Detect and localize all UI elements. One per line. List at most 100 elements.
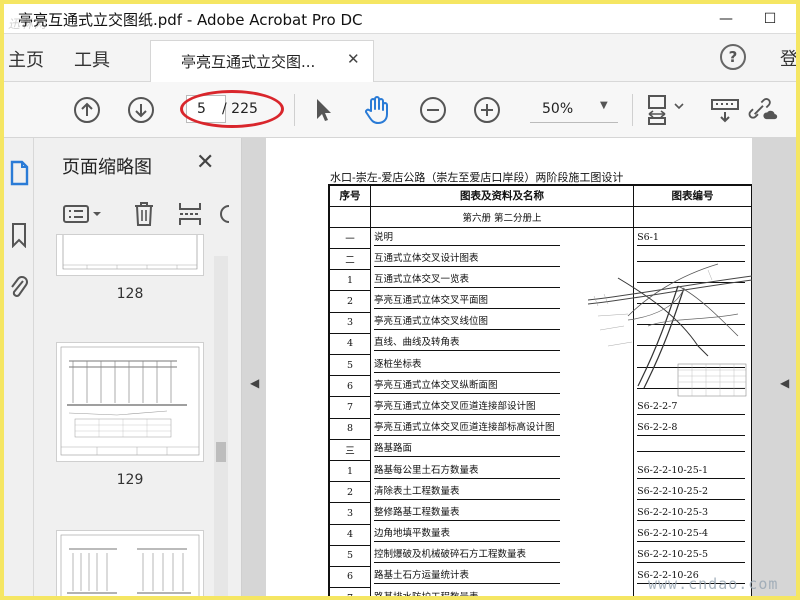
delete-page-icon[interactable] — [130, 200, 158, 228]
row-name: 清除表土工程数量表 — [373, 485, 560, 500]
volume-label: 第六册 第二分册上 — [370, 206, 635, 228]
header-code: 图表编号 — [633, 183, 752, 207]
close-panel-icon[interactable]: ✕ — [196, 150, 214, 175]
row-name: 亭亮互通式立体交叉匝道连接部标高设计图 — [373, 421, 560, 437]
row-seq: 1 — [327, 460, 371, 483]
row-name: 控制爆破及机械破碎石方工程数量表 — [373, 548, 560, 564]
zoom-in-icon[interactable] — [472, 95, 502, 125]
row-seq: 3 — [327, 312, 371, 334]
site-watermark: www.cndao.com — [648, 575, 779, 593]
maximize-button[interactable]: ☐ — [748, 4, 792, 33]
row-name: 逐桩坐标表 — [373, 358, 560, 373]
toolbar-divider — [294, 94, 295, 126]
row-seq: 4 — [327, 333, 371, 356]
pdf-page: 水口-崇左-爱店公路（崇左至爱店口岸段）两阶段施工图设计 序号 图表及资料及名称… — [266, 138, 752, 596]
red-annotation-ellipse — [180, 90, 284, 128]
table-row: 5 控制爆破及机械破碎石方工程数量表 S6-2-2-10-25-5 — [327, 545, 752, 567]
row-seq: 2 — [327, 481, 371, 504]
row-seq: 7 — [327, 396, 371, 419]
insert-page-icon[interactable] — [176, 200, 204, 228]
row-code: S6-2-2-10-25-2 — [637, 485, 746, 500]
row-code: S6-2-2-8 — [637, 421, 746, 437]
page-thumbnail-130[interactable] — [56, 530, 204, 596]
row-name: 亭亮互通式立体交叉线位图 — [373, 315, 560, 331]
header-seq: 序号 — [327, 183, 371, 207]
row-code: S6-2-2-10-25-4 — [637, 527, 746, 543]
row-name: 路基路面 — [373, 442, 560, 458]
row-name: 互通式立体交叉一览表 — [373, 273, 560, 288]
select-cursor-icon[interactable] — [308, 95, 338, 125]
page-thumbnail-128[interactable] — [56, 234, 204, 276]
tab-document[interactable]: 亭亮互通式立交图... ✕ — [150, 40, 374, 82]
row-name: 互通式立体交叉设计图表 — [373, 252, 560, 267]
expand-right-panel-icon[interactable]: ◀ — [780, 376, 789, 390]
row-seq: 二 — [327, 248, 371, 271]
thumbnail-scrollbar[interactable] — [214, 256, 228, 596]
table-row: 三路基路面 — [327, 439, 752, 461]
page-thumbnail-129[interactable] — [56, 342, 204, 462]
bookmark-icon[interactable] — [6, 220, 32, 250]
link-cloud-icon[interactable] — [748, 95, 778, 125]
header-name: 图表及资料及名称 — [370, 183, 635, 207]
close-tab-icon[interactable]: ✕ — [347, 50, 360, 68]
window-title: 亭亮互通式立交图纸.pdf - Adobe Acrobat Pro DC — [18, 11, 363, 29]
tab-home[interactable]: 主页 — [8, 46, 44, 72]
hand-tool-icon[interactable] — [362, 95, 392, 125]
row-name: 路基土石方运量统计表 — [373, 569, 560, 585]
table-row: 8 亭亮互通式立体交叉匝道连接部标高设计图 S6-2-2-8 — [327, 418, 752, 440]
page-thumbnails-icon[interactable] — [6, 158, 32, 188]
fit-page-icon[interactable] — [644, 95, 690, 125]
row-name: 亭亮互通式立体交叉纵断面图 — [373, 379, 560, 394]
row-code: S6-2-2-10-25-3 — [637, 506, 746, 521]
document-tab-label: 亭亮互通式立交图... — [181, 53, 316, 71]
table-row: 2 清除表土工程数量表 S6-2-2-10-25-2 — [327, 481, 752, 504]
title-bar: 迅林网 亭亮互通式立交图纸.pdf - Adobe Acrobat Pro DC… — [4, 4, 796, 34]
row-seq: 7 — [327, 587, 371, 596]
collapse-left-panel-icon[interactable]: ◀ — [250, 376, 259, 390]
row-name: 直线、曲线及转角表 — [373, 336, 560, 352]
row-name: 说明 — [373, 231, 560, 246]
row-seq: 6 — [327, 375, 371, 398]
row-seq: 2 — [327, 290, 371, 313]
thumbnail-page-number: 129 — [116, 472, 144, 488]
zoom-out-icon[interactable] — [418, 95, 448, 125]
row-seq: 6 — [327, 566, 371, 589]
keyboard-icon[interactable] — [710, 95, 740, 125]
minimize-button[interactable]: — — [704, 4, 748, 33]
row-seq: 5 — [327, 545, 371, 567]
page-thumbnails-panel: 页面缩略图 ✕ 128 129 — [34, 138, 242, 596]
zoom-dropdown[interactable]: 50% ▼ — [530, 95, 618, 123]
sign-in-button[interactable]: 登 — [780, 45, 796, 71]
next-page-icon[interactable] — [126, 95, 156, 125]
row-code — [637, 451, 746, 453]
row-name: 路基每公里土石方数量表 — [373, 464, 560, 479]
row-code: S6-1 — [637, 231, 746, 246]
previous-page-icon[interactable] — [72, 95, 102, 125]
help-icon[interactable]: ? — [720, 44, 746, 70]
row-seq: 8 — [327, 418, 371, 440]
row-name: 整修路基工程数量表 — [373, 506, 560, 521]
attachment-icon[interactable] — [6, 274, 32, 304]
row-seq: 3 — [327, 502, 371, 525]
application-window: 迅林网 亭亮互通式立交图纸.pdf - Adobe Acrobat Pro DC… — [0, 0, 800, 600]
chevron-down-icon: ▼ — [600, 100, 608, 111]
tab-bar: 主页 工具 亭亮互通式立交图... ✕ ? 登 — [4, 34, 796, 82]
rotate-page-icon[interactable] — [214, 200, 234, 228]
table-row: 3 整修路基工程数量表 S6-2-2-10-25-3 — [327, 502, 752, 525]
row-name: 亭亮互通式立体交叉匝道连接部设计图 — [373, 400, 560, 415]
document-title: 水口-崇左-爱店公路（崇左至爱店口岸段）两阶段施工图设计 — [330, 171, 624, 184]
zoom-value: 50% — [542, 101, 574, 117]
toolbar-divider — [632, 94, 633, 126]
table-row: 一说明 S6-1 — [327, 227, 752, 250]
left-tool-rail — [4, 138, 34, 596]
table-row: 4 边角地填平数量表 S6-2-2-10-25-4 — [327, 524, 752, 546]
scrollbar-thumb[interactable] — [216, 442, 226, 462]
row-seq: 三 — [327, 439, 371, 461]
panel-title: 页面缩略图 — [62, 157, 152, 178]
tab-tools[interactable]: 工具 — [74, 46, 110, 72]
row-seq: 4 — [327, 524, 371, 546]
row-seq: 5 — [327, 354, 371, 377]
row-name: 边角地填平数量表 — [373, 527, 560, 543]
options-menu-icon[interactable] — [62, 200, 106, 228]
thumbnail-toolbar — [34, 194, 241, 234]
